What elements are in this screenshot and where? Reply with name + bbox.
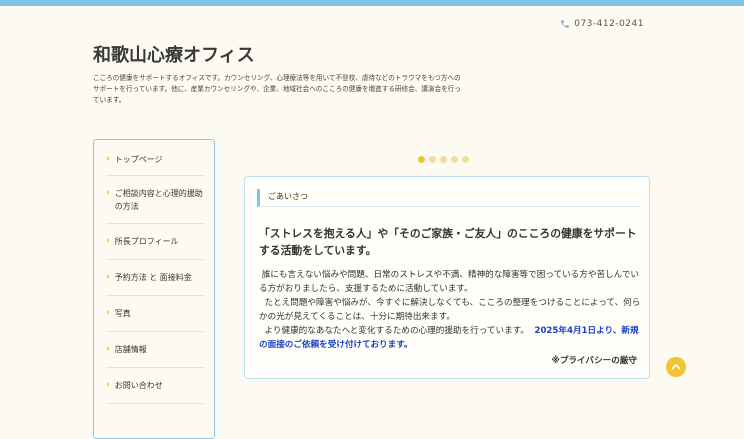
slider-dot[interactable] — [440, 156, 447, 163]
sidebar-nav: › トップページ › ご相談内容と心理的援助の方法 › 所長プロフィール › 予… — [93, 139, 215, 439]
chevron-right-icon: › — [106, 154, 110, 164]
sidebar-item-label: 店舗情報 — [114, 345, 147, 354]
greeting-body: 誰にも言えない悩みや問題、日常のストレスや不満、精神的な障害等で困っている方や苦… — [259, 268, 644, 352]
back-to-top-button[interactable] — [666, 357, 686, 377]
slider-dot[interactable] — [462, 156, 469, 163]
greeting-paragraph-3: より健康的なあなたへと変化するための心理的援助を行っています。 — [264, 326, 529, 336]
chevron-right-icon: › — [106, 308, 110, 318]
sidebar-item-contact[interactable]: › お問い合わせ — [106, 374, 204, 404]
site-title[interactable]: 和歌山心療オフィス — [93, 41, 255, 67]
top-accent-bar — [0, 0, 744, 6]
sidebar-item-label: 写真 — [114, 309, 131, 318]
phone-icon — [561, 20, 569, 28]
greeting-heading: ごあいさつ — [257, 189, 639, 207]
sidebar-item-label: お問い合わせ — [114, 381, 163, 390]
phone-text: 073-412-0241 — [574, 19, 644, 29]
sidebar-item-label: ご相談内容と心理的援助の方法 — [114, 189, 203, 211]
chevron-right-icon: › — [106, 188, 110, 198]
greeting-paragraph-1: 誰にも言えない悩みや問題、日常のストレスや不満、精神的な障害等で困っている方や苦… — [259, 270, 640, 294]
slider-dot[interactable] — [429, 156, 436, 163]
chevron-right-icon: › — [106, 380, 110, 390]
slider-dots — [418, 156, 469, 163]
sidebar-item-top[interactable]: › トップページ — [106, 148, 204, 176]
phone-number[interactable]: 073-412-0241 — [560, 19, 644, 29]
sidebar-item-consultation[interactable]: › ご相談内容と心理的援助の方法 — [106, 184, 204, 224]
chevron-right-icon: › — [106, 344, 110, 354]
sidebar-item-label: 予約方法 と 面接料金 — [114, 273, 192, 282]
sidebar-item-profile[interactable]: › 所長プロフィール — [106, 230, 204, 260]
slider-dot[interactable] — [418, 156, 425, 163]
greeting-paragraph-2: たとえ問題や障害や悩みが、今すぐに解決しなくても、こころの整理をつけることによっ… — [259, 298, 641, 322]
chevron-right-icon: › — [106, 236, 110, 246]
privacy-note: ※プライバシーの厳守 — [551, 356, 637, 366]
sidebar-item-booking[interactable]: › 予約方法 と 面接料金 — [106, 266, 204, 296]
site-description: こころの健康をサポートするオフィスです。カウンセリング、心理療法等を用いて不登校… — [93, 74, 461, 104]
sidebar-item-label: トップページ — [114, 155, 163, 164]
chevron-right-icon: › — [106, 272, 110, 282]
greeting-card: ごあいさつ 「ストレスを抱える人」や「そのご家族・ご友人」のこころの健康をサポー… — [244, 176, 650, 379]
sidebar-item-store-info[interactable]: › 店舗情報 — [106, 338, 204, 368]
sidebar-item-label: 所長プロフィール — [114, 237, 179, 246]
sidebar-item-photos[interactable]: › 写真 — [106, 302, 204, 332]
chevron-up-icon — [671, 364, 681, 370]
slider-dot[interactable] — [451, 156, 458, 163]
greeting-lead: 「ストレスを抱える人」や「そのご家族・ご友人」のこころの健康をサポートする活動を… — [259, 227, 637, 257]
